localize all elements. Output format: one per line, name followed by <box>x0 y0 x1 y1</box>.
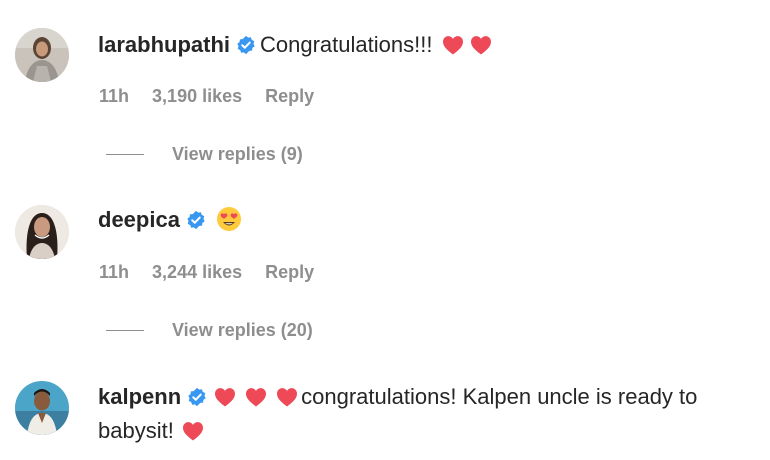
view-replies-label: View replies (20) <box>172 320 313 340</box>
likes-count[interactable]: 3,190 likes <box>152 86 242 106</box>
reply-button[interactable]: Reply <box>265 262 314 282</box>
username[interactable]: deepica <box>98 207 180 232</box>
comment-time[interactable]: 11h <box>99 86 129 106</box>
replies-divider <box>106 154 144 155</box>
comment-time[interactable]: 11h <box>99 262 129 282</box>
red-heart-icon <box>470 35 492 55</box>
red-heart-icon <box>442 35 464 55</box>
comment-body: congratulations! Kalpen uncle is ready t… <box>301 384 698 409</box>
comment-text: kalpenn congratulations! Kalpen uncle is … <box>98 380 750 448</box>
avatar[interactable] <box>15 28 69 82</box>
view-replies-button[interactable]: View replies (20) <box>106 320 313 341</box>
verified-badge-icon <box>186 210 206 230</box>
red-heart-icon <box>276 387 298 407</box>
comment-meta: 11h 3,244 likes Reply <box>99 262 332 283</box>
view-replies-label: View replies (9) <box>172 144 303 164</box>
verified-badge-icon <box>236 35 256 55</box>
red-heart-icon <box>245 387 267 407</box>
comment-text: larabhupathi Congratulations!!! <box>98 28 750 62</box>
replies-divider <box>106 330 144 331</box>
red-heart-icon <box>182 421 204 441</box>
likes-count[interactable]: 3,244 likes <box>152 262 242 282</box>
red-heart-icon <box>214 387 236 407</box>
view-replies-button[interactable]: View replies (9) <box>106 144 303 165</box>
username[interactable]: larabhupathi <box>98 32 230 57</box>
reply-button[interactable]: Reply <box>265 86 314 106</box>
avatar[interactable] <box>15 381 69 435</box>
comment-meta: 11h 3,190 likes Reply <box>99 86 332 107</box>
comment-body: Congratulations!!! <box>260 32 433 57</box>
heart-eyes-emoji-icon <box>216 207 241 231</box>
avatar[interactable] <box>15 205 69 259</box>
comment-body-continued: babysit! <box>98 418 174 443</box>
comment-text: deepica <box>98 203 750 237</box>
verified-badge-icon <box>187 387 207 407</box>
username[interactable]: kalpenn <box>98 384 181 409</box>
